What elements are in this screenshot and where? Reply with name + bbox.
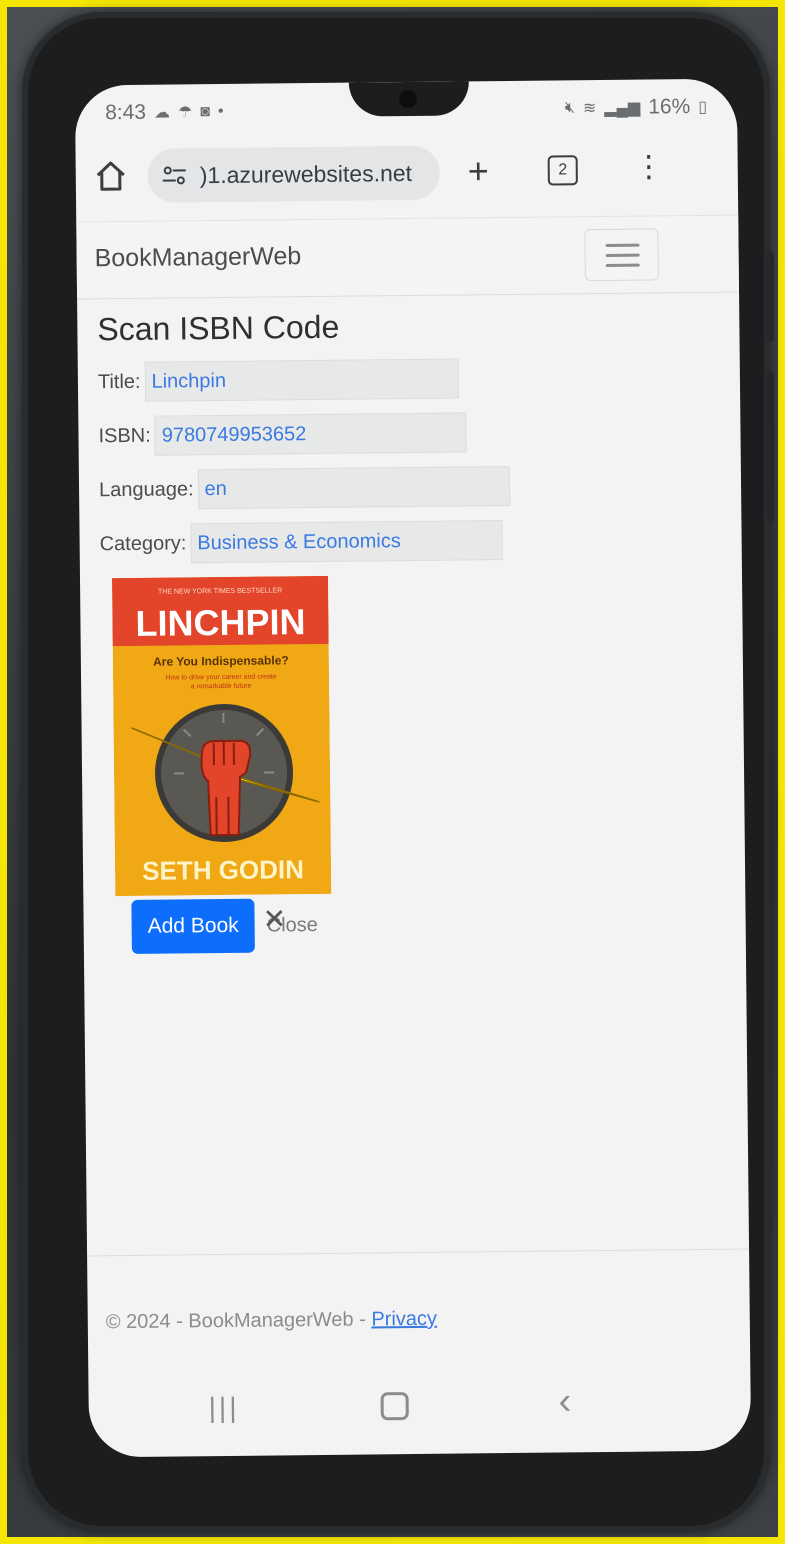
signal-icon: ▂▄▆ — [604, 99, 641, 117]
recents-icon[interactable]: ||| — [209, 1392, 240, 1424]
hamburger-icon-bar — [605, 253, 640, 257]
add-book-button[interactable]: Add Book — [131, 898, 256, 954]
cover-title: LINCHPIN — [135, 601, 305, 644]
main-content: Scan ISBN Code Title: Linchpin ISBN: 978… — [97, 305, 704, 954]
close-button[interactable]: ✕ Close — [262, 903, 318, 938]
language-row: Language: en — [99, 464, 699, 510]
wifi-icon: ≋ — [582, 100, 597, 118]
back-icon[interactable]: ‹ — [558, 1380, 571, 1423]
home-circle-icon[interactable] — [380, 1392, 409, 1421]
tab-switcher-button[interactable]: 2 — [547, 155, 578, 186]
battery-level: 16% — [648, 95, 691, 119]
cover-author: SETH GODIN — [142, 854, 304, 886]
address-bar[interactable]: )1.azurewebsites.net — [147, 145, 441, 203]
action-row: Add Book ✕ Close — [131, 894, 704, 954]
isbn-field[interactable]: 9780749953652 — [154, 412, 467, 456]
cloud-icon: ☁ — [153, 104, 171, 122]
browser-menu-button[interactable]: ⋮ — [633, 145, 664, 189]
language-label: Language: — [98, 477, 194, 501]
isbn-row: ISBN: 9780749953652 — [98, 410, 698, 456]
brand-link[interactable]: BookManagerWeb — [94, 242, 301, 273]
url-text: )1.azurewebsites.net — [199, 159, 413, 188]
clock: 8:43 — [105, 100, 147, 125]
phone-screen: 8:43 ☁ ☂ ◙ • 🔇︎ ≋ ▂▄▆ 16% ▯)1.azurewebs… — [74, 78, 752, 1458]
cover-tagline-2: a remarkable future — [191, 683, 252, 691]
close-icon: ✕ — [262, 902, 287, 935]
footer-divider — [87, 1248, 750, 1257]
book-cover-image: THE NEW YORK TIMES BESTSELLER LINCHPIN A… — [111, 575, 332, 897]
hamburger-icon-bar — [605, 263, 640, 267]
browser-toolbar: )1.azurewebsites.net + 2 ⋮ — [75, 135, 738, 212]
instagram-icon: ◙ — [200, 103, 211, 121]
site-navbar: BookManagerWeb — [76, 214, 740, 300]
power-button — [766, 372, 774, 522]
category-label: Category: — [99, 531, 187, 555]
cover-subtitle: Are You Indispensable? — [153, 653, 289, 668]
volume-button — [766, 252, 774, 342]
hamburger-icon — [605, 243, 640, 247]
status-bar: 8:43 ☁ ☂ ◙ • 🔇︎ ≋ ▂▄▆ 16% ▯ — [105, 95, 707, 129]
navbar-toggler-button[interactable] — [584, 228, 659, 282]
language-field[interactable]: en — [197, 465, 510, 510]
cover-banner: THE NEW YORK TIMES BESTSELLER — [158, 587, 282, 595]
footer-text: © 2024 - BookManagerWeb - — [105, 1308, 372, 1334]
category-field[interactable]: Business & Economics — [190, 520, 503, 564]
home-icon[interactable] — [94, 159, 128, 193]
system-navigation-bar: ||| ‹ — [88, 1375, 751, 1442]
category-row: Category: Business & Economics — [99, 518, 699, 564]
cover-tagline-1: How to drive your career and create — [165, 673, 276, 681]
title-row: Title: Linchpin — [98, 356, 698, 402]
page-footer: © 2024 - BookManagerWeb - Privacy — [106, 1308, 437, 1334]
phone-body: 8:43 ☁ ☂ ◙ • 🔇︎ ≋ ▂▄▆ 16% ▯)1.azurewebs… — [22, 12, 774, 1532]
site-settings-icon[interactable] — [160, 163, 190, 187]
dot-icon: • — [217, 102, 224, 121]
title-field[interactable]: Linchpin — [144, 358, 459, 402]
isbn-label: ISBN: — [98, 424, 151, 447]
title-label: Title: — [97, 370, 141, 393]
battery-icon: ▯ — [698, 98, 708, 116]
mute-icon: 🔇︎ — [564, 99, 575, 117]
page-title: Scan ISBN Code — [97, 308, 340, 348]
new-tab-button[interactable]: + — [468, 149, 489, 193]
weather-icon: ☂ — [177, 104, 193, 122]
privacy-link[interactable]: Privacy — [371, 1308, 437, 1331]
